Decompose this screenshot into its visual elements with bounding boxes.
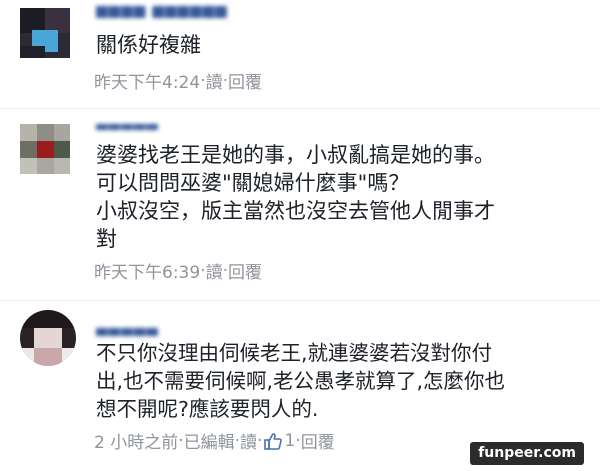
read-link[interactable]: 讀 [206, 258, 223, 283]
read-link[interactable]: 讀 [240, 428, 257, 453]
avatar[interactable] [20, 8, 70, 58]
commenter-name[interactable]: █████ [96, 328, 166, 336]
read-link[interactable]: 讀 [206, 68, 223, 93]
reply-link[interactable]: 回覆 [228, 68, 262, 93]
comment-meta: 昨天下午4:24 · 讀 · 回覆 [94, 68, 262, 94]
thumbs-up-icon[interactable] [264, 432, 283, 450]
commenter-name[interactable]: ████ ██████ [96, 6, 276, 18]
commenter-name[interactable]: █████ [96, 124, 166, 130]
comment-meta: 昨天下午6:39 · 讀 · 回覆 [94, 258, 262, 284]
comment-text: 不只你沒理由伺候老王,就連婆婆若沒對你付 出,也不需要伺候啊,老公愚孝就算了,怎… [96, 341, 506, 421]
comment-text: 關係好複雜 [96, 33, 201, 57]
comment-text: 婆婆找老王是她的事，小叔亂搞是她的事。 可以問問巫婆"關媳婦什麼事"嗎？ 小叔沒… [96, 143, 495, 251]
timestamp-link[interactable]: 2 小時之前 [94, 428, 178, 453]
timestamp-link[interactable]: 昨天下午6:39 [94, 258, 200, 283]
avatar[interactable] [20, 310, 76, 366]
timestamp-link[interactable]: 昨天下午4:24 [94, 68, 200, 93]
comment-1: ████ ██████ 關係好複雜 昨天下午4:24 · 讀 · 回覆 [0, 0, 600, 108]
reply-link[interactable]: 回覆 [228, 258, 262, 283]
avatar[interactable] [20, 124, 70, 174]
watermark: funpeer.com [470, 442, 584, 465]
comment-2: █████ 婆婆找老王是她的事，小叔亂搞是她的事。 可以問問巫婆"關媳婦什麼事"… [0, 108, 600, 300]
comment-meta: 2 小時之前 · 已編輯 · 讀 · 1 · 回覆 [94, 428, 335, 454]
edited-label[interactable]: 已編輯 [184, 428, 235, 453]
like-count: 1 [284, 430, 296, 451]
reply-link[interactable]: 回覆 [301, 428, 335, 453]
